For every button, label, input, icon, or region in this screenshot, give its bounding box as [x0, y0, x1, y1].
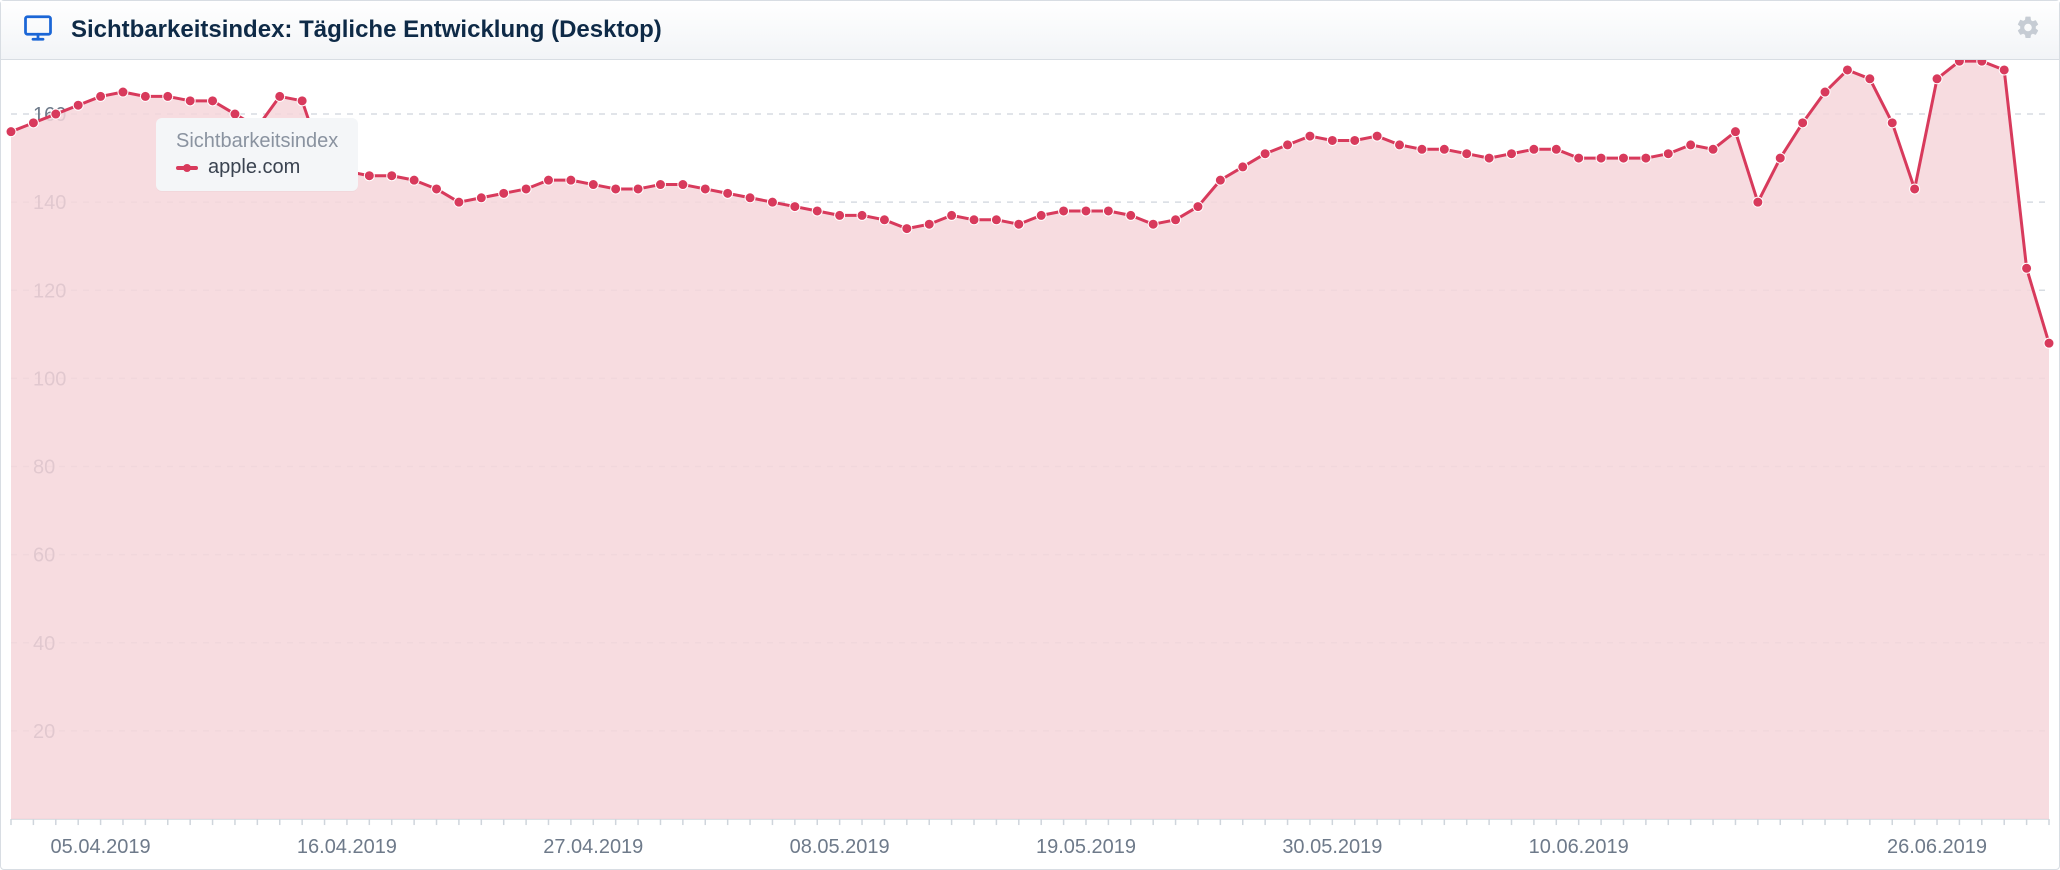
svg-text:26.06.2019: 26.06.2019 [1887, 836, 1987, 858]
gear-icon[interactable] [2015, 15, 2041, 46]
legend-title: Sichtbarkeitsindex [176, 128, 338, 154]
svg-text:16.04.2019: 16.04.2019 [297, 836, 397, 858]
svg-text:30.05.2019: 30.05.2019 [1282, 836, 1382, 858]
svg-text:27.04.2019: 27.04.2019 [543, 836, 643, 858]
panel-header: Sichtbarkeitsindex: Tägliche Entwicklung… [1, 1, 2059, 60]
legend-item: apple.com [176, 156, 338, 179]
svg-text:10.06.2019: 10.06.2019 [1529, 836, 1629, 858]
svg-text:05.04.2019: 05.04.2019 [51, 836, 151, 858]
chart-area[interactable]: 2040608010012014016005.04.201916.04.2019… [1, 60, 2059, 869]
desktop-icon [23, 13, 53, 48]
legend-swatch [176, 166, 198, 170]
legend-box: Sichtbarkeitsindex apple.com [156, 118, 358, 191]
chart-panel: Sichtbarkeitsindex: Tägliche Entwicklung… [0, 0, 2060, 870]
legend-series-label: apple.com [208, 156, 300, 179]
svg-text:19.05.2019: 19.05.2019 [1036, 836, 1136, 858]
svg-text:08.05.2019: 08.05.2019 [790, 836, 890, 858]
panel-title: Sichtbarkeitsindex: Tägliche Entwicklung… [71, 16, 662, 44]
